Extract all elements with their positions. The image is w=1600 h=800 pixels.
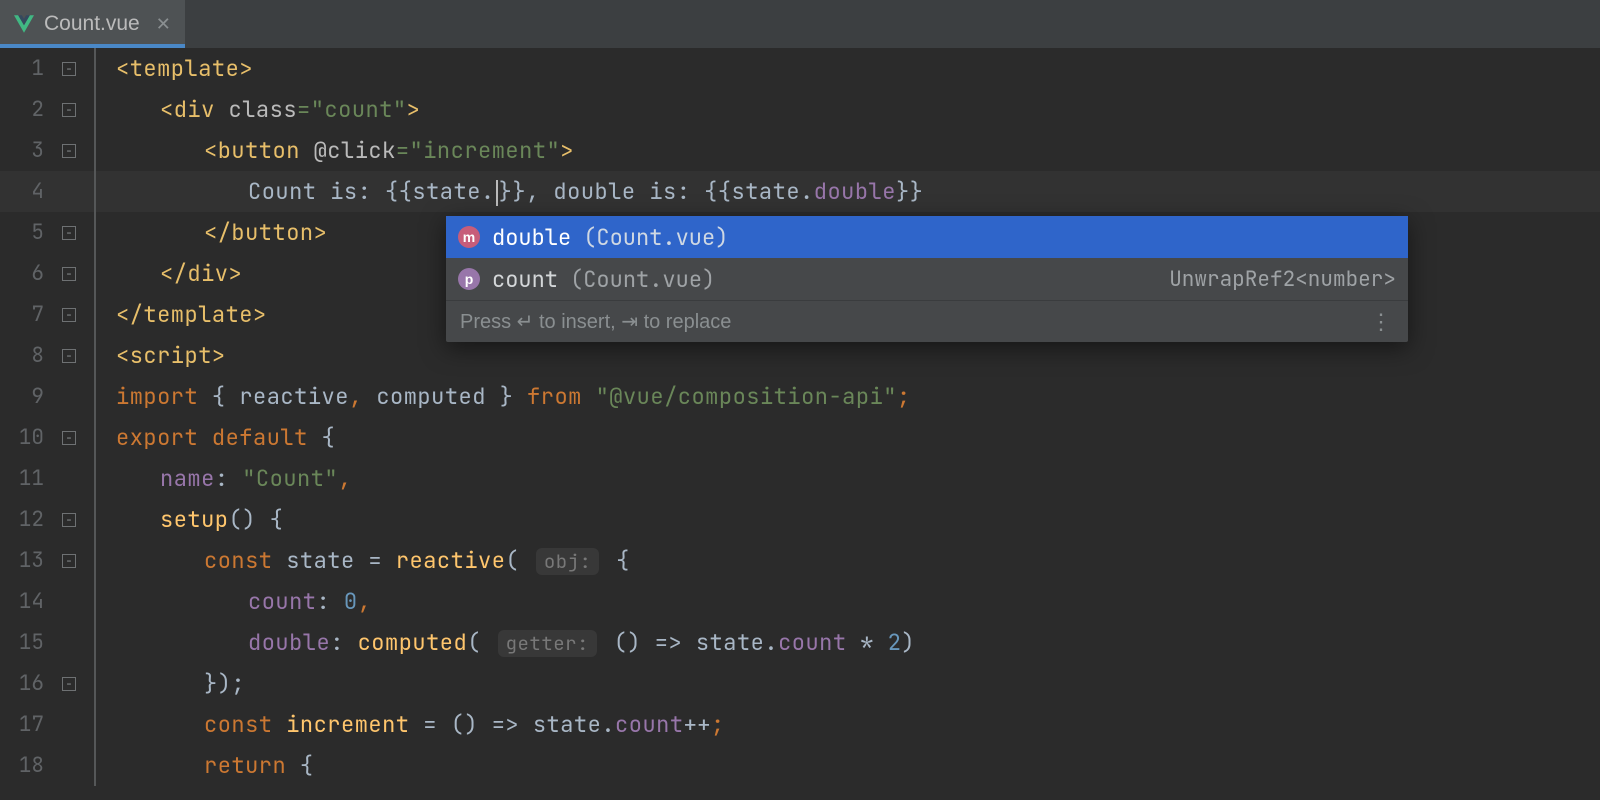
line-number: 10 xyxy=(0,424,62,451)
code-line: return { xyxy=(116,751,314,780)
completion-location: (Count.vue) xyxy=(570,265,715,294)
code-line: <template> xyxy=(116,54,253,83)
code-line: setup() { xyxy=(116,505,283,534)
code-line: </div> xyxy=(116,259,242,288)
tab-filename: Count.vue xyxy=(44,12,140,36)
line-number: 12 xyxy=(0,506,62,533)
fold-icon[interactable]: − xyxy=(62,144,76,158)
line-number: 2 xyxy=(0,96,62,123)
code-line: </template> xyxy=(116,300,267,329)
text-caret xyxy=(496,180,498,206)
completion-label: count xyxy=(492,265,558,294)
code-line: const state = reactive( obj: { xyxy=(116,546,630,575)
inlay-hint: obj: xyxy=(536,548,600,575)
completion-hint: Press ↵ to insert, ⇥ to replace xyxy=(460,309,731,334)
line-number: 14 xyxy=(0,588,62,615)
line-number: 15 xyxy=(0,629,62,656)
code-line: <script> xyxy=(116,341,226,370)
code-line: export default { xyxy=(116,423,335,452)
completion-type: UnwrapRef2<number> xyxy=(1169,266,1396,293)
close-icon[interactable]: ✕ xyxy=(150,14,171,35)
line-number: 8 xyxy=(0,342,62,369)
code-line: name: "Count", xyxy=(116,464,352,493)
code-editor[interactable]: 1 − <template> 2 − <div class="count"> 3… xyxy=(0,48,1600,786)
completion-location: (Count.vue) xyxy=(583,223,728,252)
line-number: 16 xyxy=(0,670,62,697)
fold-icon[interactable]: − xyxy=(62,103,76,117)
line-number: 5 xyxy=(0,219,62,246)
line-number: 13 xyxy=(0,547,62,574)
more-icon[interactable]: ⋮ xyxy=(1370,309,1394,335)
fold-icon[interactable]: − xyxy=(62,431,76,445)
tab-count-vue[interactable]: Count.vue ✕ xyxy=(0,0,185,48)
line-number: 1 xyxy=(0,55,62,82)
line-number: 11 xyxy=(0,465,62,492)
fold-icon[interactable]: − xyxy=(62,349,76,363)
line-number: 3 xyxy=(0,137,62,164)
inlay-hint: getter: xyxy=(498,630,597,657)
tab-bar: Count.vue ✕ xyxy=(0,0,1600,48)
code-line: }); xyxy=(116,669,245,698)
property-icon: p xyxy=(458,268,480,290)
code-line: <div class="count"> xyxy=(116,95,420,124)
fold-icon[interactable]: − xyxy=(62,554,76,568)
fold-icon[interactable]: − xyxy=(62,308,76,322)
fold-icon[interactable]: − xyxy=(62,677,76,691)
completion-item[interactable]: p count (Count.vue) UnwrapRef2<number> xyxy=(446,258,1408,300)
code-line: import { reactive, computed } from "@vue… xyxy=(116,382,911,411)
vue-icon xyxy=(14,15,34,33)
completion-popup[interactable]: m double (Count.vue) p count (Count.vue)… xyxy=(446,216,1408,342)
code-line: count: 0, xyxy=(116,587,371,616)
code-line: const increment = () => state.count++; xyxy=(116,710,725,739)
line-number: 7 xyxy=(0,301,62,328)
code-line: Count is: {{state.}}, double is: {{state… xyxy=(116,177,923,206)
fold-icon[interactable]: − xyxy=(62,513,76,527)
code-line: </button> xyxy=(116,218,327,247)
line-number: 17 xyxy=(0,711,62,738)
method-icon: m xyxy=(458,226,480,248)
code-line: <button @click="increment"> xyxy=(116,136,574,165)
completion-footer: Press ↵ to insert, ⇥ to replace ⋮ xyxy=(446,300,1408,342)
line-number: 18 xyxy=(0,752,62,779)
line-number: 9 xyxy=(0,383,62,410)
line-number: 4 xyxy=(0,178,62,205)
completion-label: double xyxy=(492,223,571,252)
fold-icon[interactable]: − xyxy=(62,267,76,281)
completion-item[interactable]: m double (Count.vue) xyxy=(446,216,1408,258)
fold-icon[interactable]: − xyxy=(62,226,76,240)
fold-icon[interactable]: − xyxy=(62,62,76,76)
code-line: double: computed( getter: () => state.co… xyxy=(116,628,915,657)
line-number: 6 xyxy=(0,260,62,287)
